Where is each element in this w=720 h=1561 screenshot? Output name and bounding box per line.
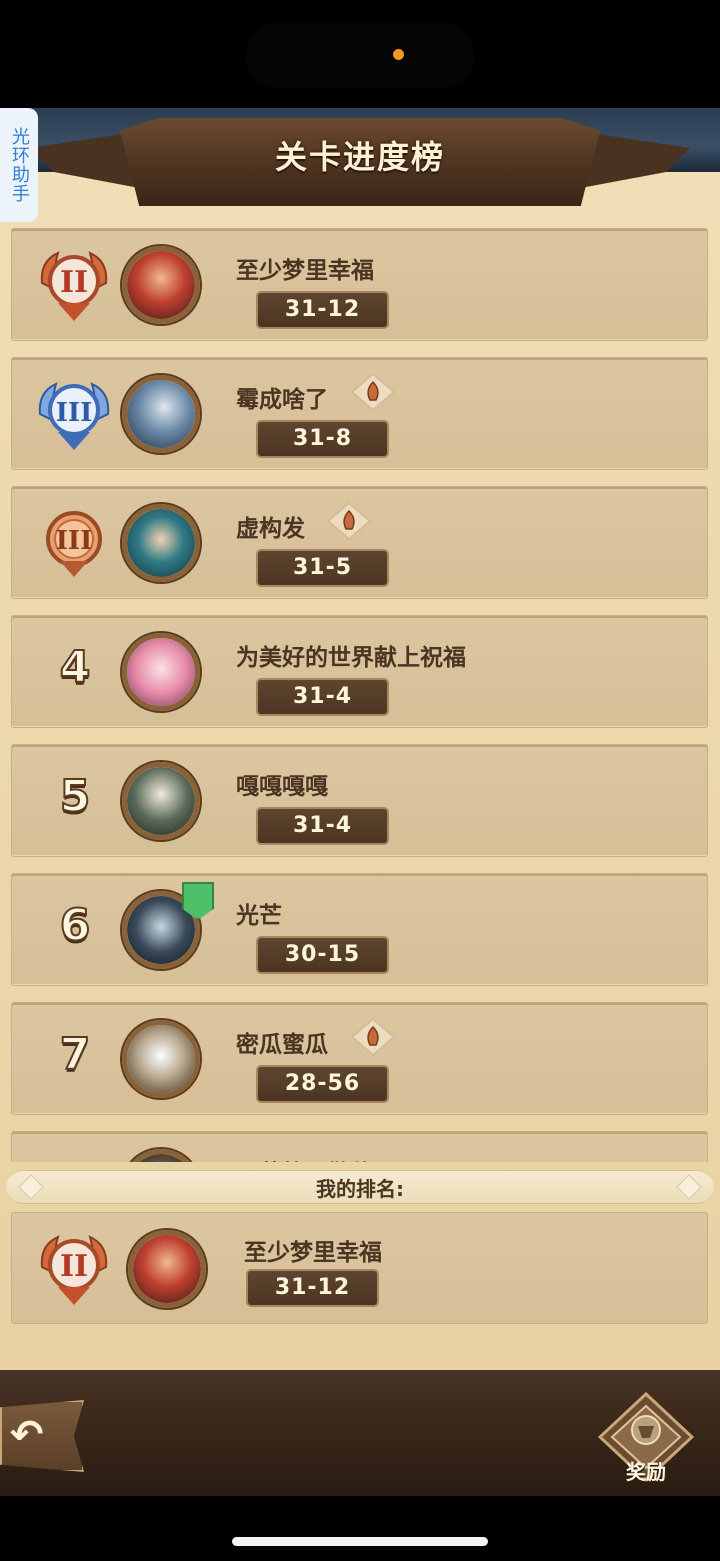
stage-progress: 30-15: [256, 936, 389, 974]
leaderboard-row[interactable]: 5 嘎嘎嘎嘎 31-4: [11, 744, 708, 857]
helper-assistant-tab[interactable]: 光环助手: [0, 108, 38, 222]
leaderboard-list[interactable]: II 至少梦里幸福 31-12 III 霉成啥了 31-8 III 虚构发 31…: [0, 220, 720, 1162]
rank-number: 5: [59, 770, 92, 823]
avatar[interactable]: [122, 1149, 200, 1162]
player-name: 密瓜蜜瓜: [236, 1032, 328, 1058]
avatar[interactable]: [122, 762, 200, 840]
stage-progress: 28-56: [256, 1065, 389, 1103]
stage-progress: 31-4: [256, 807, 389, 845]
bronze-medal-icon: III: [46, 511, 102, 577]
my-rank-row[interactable]: II 至少梦里幸福 31-12: [11, 1212, 708, 1324]
player-name: 为美好的世界献上祝福: [236, 645, 466, 671]
my-player-name: 至少梦里幸福: [244, 1240, 382, 1266]
leaderboard-row[interactable]: II 至少梦里幸福 31-12: [11, 228, 708, 341]
leaderboard-row[interactable]: 7 密瓜蜜瓜 28-56: [11, 1002, 708, 1115]
leaderboard-row[interactable]: 6 光芒 30-15: [11, 873, 708, 986]
rank-number: 6: [59, 899, 92, 952]
recording-indicator-dot: [393, 49, 404, 60]
rank-number: 7: [59, 1028, 92, 1081]
player-name: 嘎嘎嘎嘎: [236, 774, 328, 800]
my-stage-progress: 31-12: [246, 1269, 379, 1307]
helper-tab-label: 光环助手: [9, 127, 30, 203]
player-name: 光芒: [236, 903, 282, 929]
silver-laurel-medal-icon: II: [40, 251, 108, 321]
avatar[interactable]: [122, 375, 200, 453]
avatar[interactable]: [128, 1230, 206, 1308]
camera-notch: [246, 22, 474, 88]
home-indicator[interactable]: [232, 1537, 488, 1546]
svg-text:III: III: [56, 398, 93, 428]
player-name: 八荒第一散修: [236, 1154, 374, 1162]
reward-label: 奖励: [626, 1460, 666, 1484]
stage-progress: 31-5: [256, 549, 389, 587]
leaderboard-row[interactable]: 八荒第一散修: [11, 1131, 708, 1162]
my-rank-label: 我的排名:: [316, 1177, 404, 1201]
leaderboard-row[interactable]: III 虚构发 31-5: [11, 486, 708, 599]
stage-progress: 31-4: [256, 678, 389, 716]
avatar[interactable]: [122, 246, 200, 324]
rank-number: 4: [59, 641, 92, 694]
blue-laurel-medal-icon: III: [38, 382, 110, 450]
avatar[interactable]: [122, 633, 200, 711]
title-emblem-icon: [350, 1017, 396, 1057]
svg-text:II: II: [60, 265, 88, 300]
avatar[interactable]: [122, 504, 200, 582]
silver-laurel-medal-icon: II: [40, 1235, 108, 1305]
leaderboard-row[interactable]: 4 为美好的世界献上祝福 31-4: [11, 615, 708, 728]
stage-progress: 31-12: [256, 291, 389, 329]
avatar[interactable]: [122, 1020, 200, 1098]
page-title: 关卡进度榜: [274, 138, 445, 176]
svg-text:II: II: [60, 1249, 88, 1284]
player-name: 虚构发: [236, 516, 305, 542]
leaderboard-row[interactable]: III 霉成啥了 31-8: [11, 357, 708, 470]
svg-text:III: III: [56, 526, 93, 556]
title-emblem-icon: [326, 501, 372, 541]
player-name: 至少梦里幸福: [236, 258, 374, 284]
player-name: 霉成啥了: [236, 387, 328, 413]
stage-progress: 31-8: [256, 420, 389, 458]
back-arrow-icon: ↶: [10, 1412, 44, 1458]
title-emblem-icon: [350, 372, 396, 412]
